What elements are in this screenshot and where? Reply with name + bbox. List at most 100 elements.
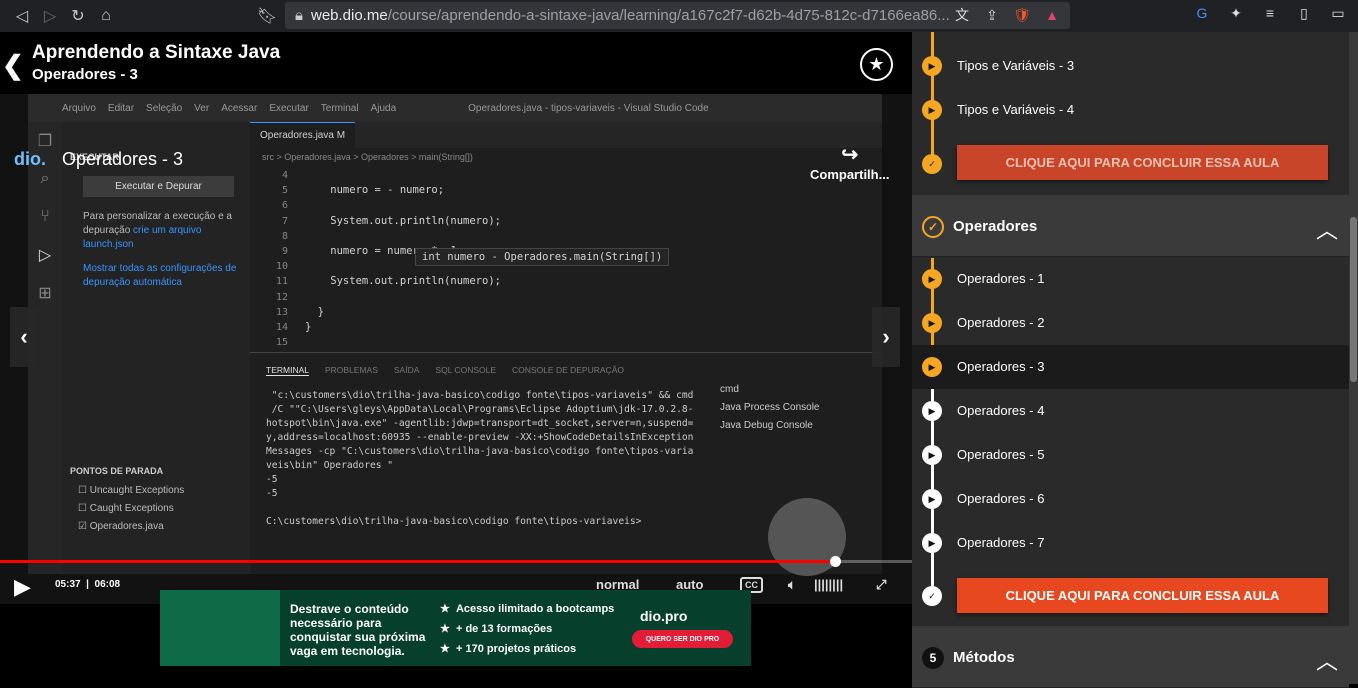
brave-rewards-icon[interactable]: ▲	[1042, 5, 1062, 25]
url-host: web.dio.me	[310, 7, 388, 24]
banner-feature: ★ + de 13 formações	[440, 623, 553, 635]
translate-icon[interactable]: 文	[952, 5, 972, 25]
editor-breadcrumb: src > Operadores.java > Operadores > mai…	[262, 152, 473, 162]
banner-headline: Destrave o conteúdo necessário para conq…	[290, 602, 426, 658]
lesson-label: Operadores - 3	[957, 359, 1045, 374]
lesson-item-current[interactable]: ▶ Operadores - 3	[912, 345, 1349, 389]
breakpoint-item: ☐ Caught Exceptions	[78, 503, 174, 514]
lesson-item[interactable]: ▶ Tipos e Variáveis - 4	[912, 88, 1349, 132]
share-button[interactable]: ↪ Compartilh...	[810, 142, 889, 182]
dio-pro-cta-button[interactable]: QUERO SER DIO PRO	[632, 630, 733, 648]
time-display: 05:37 | 06:08	[55, 579, 121, 590]
brave-shield-icon[interactable]: 🛡︎	[1012, 5, 1032, 25]
browser-toolbar: ◁ ▷ ↻ ⌂ 🔖︎ 🔒︎ web.dio.me /course/aprende…	[0, 0, 1358, 32]
section-title: Métodos	[953, 649, 1015, 666]
section-number: 5	[922, 647, 944, 669]
forward-icon[interactable]: ▷	[36, 2, 64, 30]
dio-pro-logo: dio.pro	[640, 608, 688, 624]
share-label: Compartilh...	[810, 167, 890, 182]
playlist-icon[interactable]: ≡	[1260, 3, 1280, 23]
dio-pro-banner[interactable]: Destrave o conteúdo necessário para conq…	[160, 590, 751, 666]
lesson-play-icon: ▶	[922, 401, 942, 421]
prev-lesson-button[interactable]: ‹	[10, 307, 38, 367]
menu-item: Editar	[107, 102, 135, 114]
lesson-item[interactable]: ▶ Tipos e Variáveis - 3	[912, 44, 1349, 88]
section-check-icon: ✓	[922, 216, 944, 238]
google-translate-icon[interactable]: G	[1192, 3, 1212, 23]
section-check-icon: ✓	[922, 154, 942, 174]
progress-fill	[0, 560, 835, 563]
lesson-item[interactable]: ▶ Operadores - 6	[912, 477, 1349, 521]
reload-icon[interactable]: ↻	[64, 2, 92, 30]
section-metodos[interactable]: 5 Métodos ︿	[912, 626, 1349, 688]
hover-tooltip: int numero - Operadores.main(String[])	[415, 248, 670, 266]
panel-link: Mostrar todas as configurações de depura…	[83, 263, 237, 288]
terminal-tab: SQL CONSOLE	[435, 365, 497, 375]
menu-item: Terminal	[320, 102, 359, 114]
scrollbar-thumb[interactable]	[1350, 217, 1357, 382]
breakpoint-item: ☑ Operadores.java	[78, 521, 164, 532]
extensions-area: G ✦ ≡ ▯ ▭	[1192, 3, 1348, 23]
lesson-item[interactable]: ▶ Operadores - 4	[912, 389, 1349, 433]
chevron-up-icon[interactable]: ︿	[1316, 644, 1338, 676]
lesson-item[interactable]: ▶ Operadores - 1	[912, 257, 1349, 301]
banner-feature: ★ Acesso ilimitado a bootcamps	[440, 603, 615, 615]
lesson-done-icon: ▶	[922, 100, 942, 120]
source-control-icon: ⑂	[40, 208, 50, 225]
menu-item: Ver	[194, 102, 210, 114]
editor-tab: Operadores.java M	[250, 122, 356, 148]
terminal-tab: PROBLEMAS	[324, 365, 378, 375]
course-sidebar: ▶ Tipos e Variáveis - 3 ▶ Tipos e Variáv…	[912, 32, 1358, 688]
home-icon[interactable]: ⌂	[92, 2, 120, 30]
volume-icon[interactable]: 🔈︎	[788, 577, 796, 593]
banner-feature: ★ + 170 projetos práticos	[440, 643, 577, 655]
finish-lesson-button[interactable]: CLIQUE AQUI PARA CONCLUIR ESSA AULA	[957, 578, 1328, 613]
lesson-item[interactable]: ▶ Operadores - 2	[912, 301, 1349, 345]
dio-logo-icon: dio.	[14, 149, 46, 169]
lesson-label: Operadores - 5	[957, 447, 1045, 462]
vscode-menubar: Arquivo Editar Seleção Ver Acessar Execu…	[28, 94, 882, 122]
lesson-item[interactable]: ▶ Operadores - 5	[912, 433, 1349, 477]
lesson-subtitle: Operadores - 3	[32, 66, 138, 83]
video-progress-bar[interactable]	[0, 556, 912, 567]
back-icon[interactable]: ◁	[8, 2, 36, 30]
bookmark-icon[interactable]: 🔖︎	[253, 2, 281, 30]
run-debug-button: Executar e Depurar	[83, 176, 234, 197]
video-player[interactable]: Arquivo Editar Seleção Ver Acessar Execu…	[0, 94, 912, 604]
extensions-icon[interactable]: ✦	[1226, 3, 1246, 23]
lesson-current-icon: ▶	[922, 357, 942, 377]
fullscreen-icon[interactable]: ⤢	[876, 577, 886, 593]
sidebar-icon[interactable]: ▯	[1294, 3, 1314, 23]
lesson-label: Operadores - 2	[957, 315, 1045, 330]
back-arrow-icon[interactable]: ❮	[2, 50, 24, 81]
section-operadores[interactable]: ✓ Operadores ︿	[912, 195, 1349, 257]
panel-text: Para personalizar a execução e a depuraç…	[83, 211, 232, 250]
share-icon: ↪	[841, 144, 859, 166]
terminal-output: "c:\customers\dio\trilha-java-basico\cod…	[266, 390, 694, 527]
lesson-label: Operadores - 7	[957, 535, 1045, 550]
lesson-done-icon: ▶	[922, 313, 942, 333]
wallet-icon[interactable]: ▭	[1328, 3, 1348, 23]
share-page-icon[interactable]: ⇪	[982, 5, 1002, 25]
volume-slider[interactable]: ||||||||	[814, 577, 843, 592]
terminal-tab: SAÍDA	[393, 365, 420, 375]
line-numbers: 4 5 6 7 8 9 10 11 12 13 14 15	[275, 170, 288, 349]
lock-icon: 🔒︎	[295, 7, 303, 24]
menu-item: Arquivo	[62, 102, 96, 114]
lesson-done-icon: ▶	[922, 56, 942, 76]
favorite-star-icon[interactable]: ★	[860, 48, 893, 81]
chevron-up-icon[interactable]: ︿	[1316, 213, 1338, 245]
menu-item: Acessar	[221, 102, 258, 114]
vscode-window-title: Operadores.java - tipos-variaveis - Visu…	[468, 102, 709, 114]
next-lesson-button[interactable]: ›	[872, 307, 900, 367]
video-overlay-title: Operadores - 3	[62, 149, 184, 169]
lesson-label: Operadores - 6	[957, 491, 1045, 506]
sidebar-scrollbar[interactable]	[1349, 32, 1358, 684]
lesson-play-icon: ▶	[922, 445, 942, 465]
breakpoints-header: PONTOS DE PARADA	[70, 466, 164, 476]
finish-lesson-button[interactable]: CLIQUE AQUI PARA CONCLUIR ESSA AULA	[957, 145, 1328, 180]
address-bar[interactable]: 🔒︎ web.dio.me /course/aprendendo-a-sinta…	[285, 2, 1070, 29]
terminal-tab: CONSOLE DE DEPURAÇÃO	[512, 365, 624, 375]
play-icon[interactable]: ▶	[14, 574, 31, 600]
lesson-item[interactable]: ▶ Operadores - 7	[912, 521, 1349, 565]
